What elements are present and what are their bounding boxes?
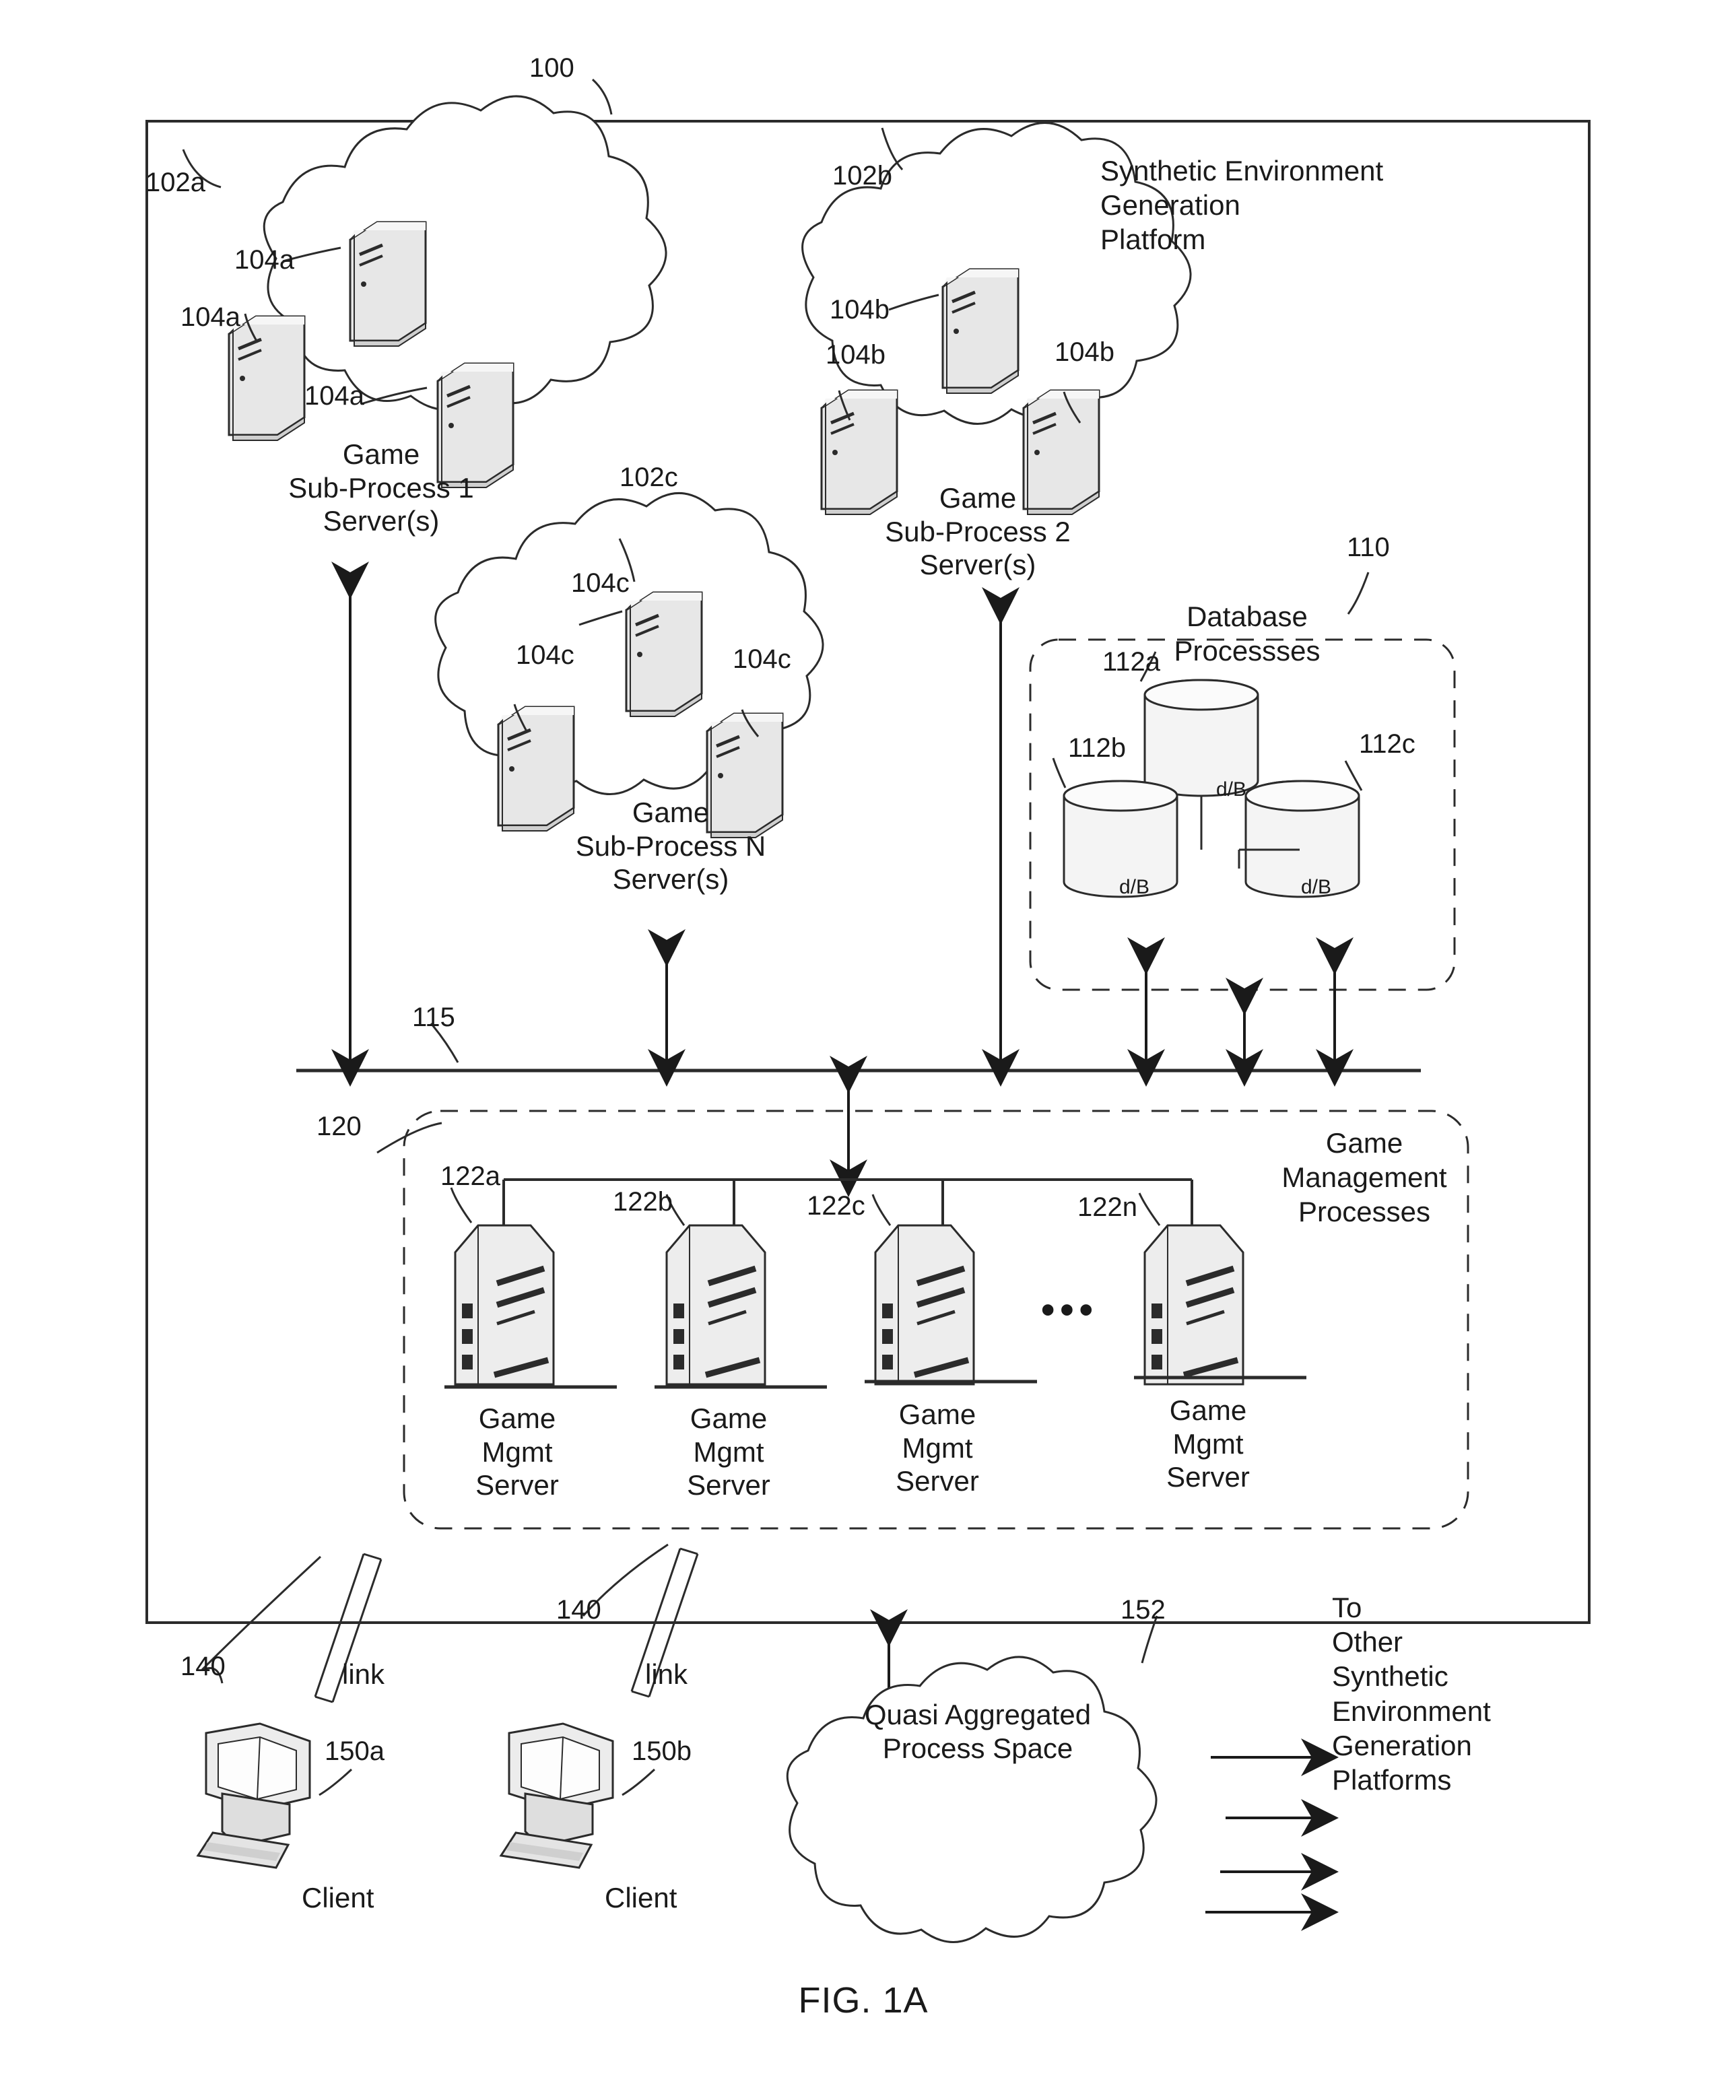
management-ellipsis: ••• [1041, 1288, 1098, 1332]
management-group-leader [376, 1122, 442, 1154]
database-ref-112a: 112a [1102, 647, 1161, 677]
management-group-title: Game Management Processes [1281, 1127, 1447, 1228]
external-platforms-label: To Other Synthetic Environment Generatio… [1332, 1592, 1491, 1796]
client-ref-150b: 150b [632, 1736, 692, 1766]
client-ref-150a: 150a [325, 1736, 385, 1766]
server-icon-122c [875, 1225, 974, 1384]
bus-ref-115: 115 [412, 1003, 455, 1032]
server-icon-104c-1 [626, 592, 702, 716]
database-group-leader [1347, 572, 1370, 615]
client-icon-150b [500, 1722, 614, 1869]
server-icon-122b [667, 1225, 765, 1384]
database-group-title: Database Processses [1174, 601, 1321, 667]
server-caption-122n: Game Mgmt Server [1166, 1394, 1250, 1493]
server-ref-104a-2: 104a [180, 302, 240, 332]
server-ref-104c-3: 104c [733, 644, 791, 674]
page-title: Synthetic Environment Generation Platfor… [1100, 155, 1384, 256]
client-caption-150a: Client [302, 1882, 374, 1913]
database-label-112a: d/B [1216, 778, 1247, 801]
database-ref-112b: 112b [1068, 733, 1127, 763]
server-ref-104b-1: 104b [830, 295, 890, 325]
server-ref-104a-1: 104a [234, 245, 294, 275]
server-ref-122b: 122b [613, 1187, 673, 1217]
link-label-a: link [342, 1658, 385, 1690]
process-space-ref-152: 152 [1121, 1595, 1166, 1625]
server-ref-104c-1: 104c [571, 568, 630, 598]
server-icon-122n [1145, 1225, 1243, 1384]
database-label-112c: d/B [1301, 876, 1332, 898]
database-group-ref-110: 110 [1347, 533, 1390, 562]
server-ref-104a-3: 104a [304, 381, 364, 411]
cloud-ref-102b: 102b [832, 161, 892, 191]
process-space-caption: Quasi Aggregated Process Space [864, 1699, 1092, 1764]
server-ref-104c-2: 104c [516, 640, 574, 670]
platform-ref-100: 100 [529, 53, 574, 83]
database-ref-112c: 112c [1359, 729, 1415, 759]
link-ref-140-b: 140 [556, 1595, 601, 1625]
link-label-b: link [645, 1658, 688, 1690]
cloud-caption-102c: Game Sub-Process N Server(s) [575, 797, 766, 895]
figure-caption: FIG. 1A [798, 1980, 929, 2021]
server-ref-122n: 122n [1077, 1192, 1137, 1222]
server-icon-104c-2 [498, 707, 574, 831]
server-icon-104b-1 [943, 269, 1018, 393]
server-icon-104a-2 [229, 316, 304, 440]
server-icon-122a [455, 1225, 554, 1384]
link-ref-140-a: 140 [180, 1652, 226, 1681]
server-ref-122a: 122a [440, 1161, 500, 1191]
platform-ref-leader [591, 78, 613, 115]
server-ref-104b-3: 104b [1055, 337, 1114, 367]
client-icon-150a [197, 1722, 311, 1869]
figure-canvas: 100 Synthetic Environment Generation Pla… [0, 0, 1736, 2100]
server-ref-122c: 122c [807, 1191, 865, 1221]
cloud-ref-102a: 102a [145, 168, 205, 197]
cloud-caption-102b: Game Sub-Process 2 Server(s) [885, 482, 1071, 581]
server-icon-104a-1 [350, 222, 426, 346]
server-caption-122c: Game Mgmt Server [896, 1398, 979, 1497]
server-caption-122b: Game Mgmt Server [687, 1402, 770, 1501]
management-group-ref-120: 120 [316, 1112, 362, 1141]
server-caption-122a: Game Mgmt Server [475, 1402, 559, 1501]
cloud-caption-102a: Game Sub-Process 1 Server(s) [288, 438, 474, 537]
cloud-ref-102c: 102c [620, 463, 678, 492]
client-caption-150b: Client [605, 1882, 677, 1913]
server-ref-104b-2: 104b [826, 340, 886, 370]
database-label-112b: d/B [1119, 876, 1150, 898]
